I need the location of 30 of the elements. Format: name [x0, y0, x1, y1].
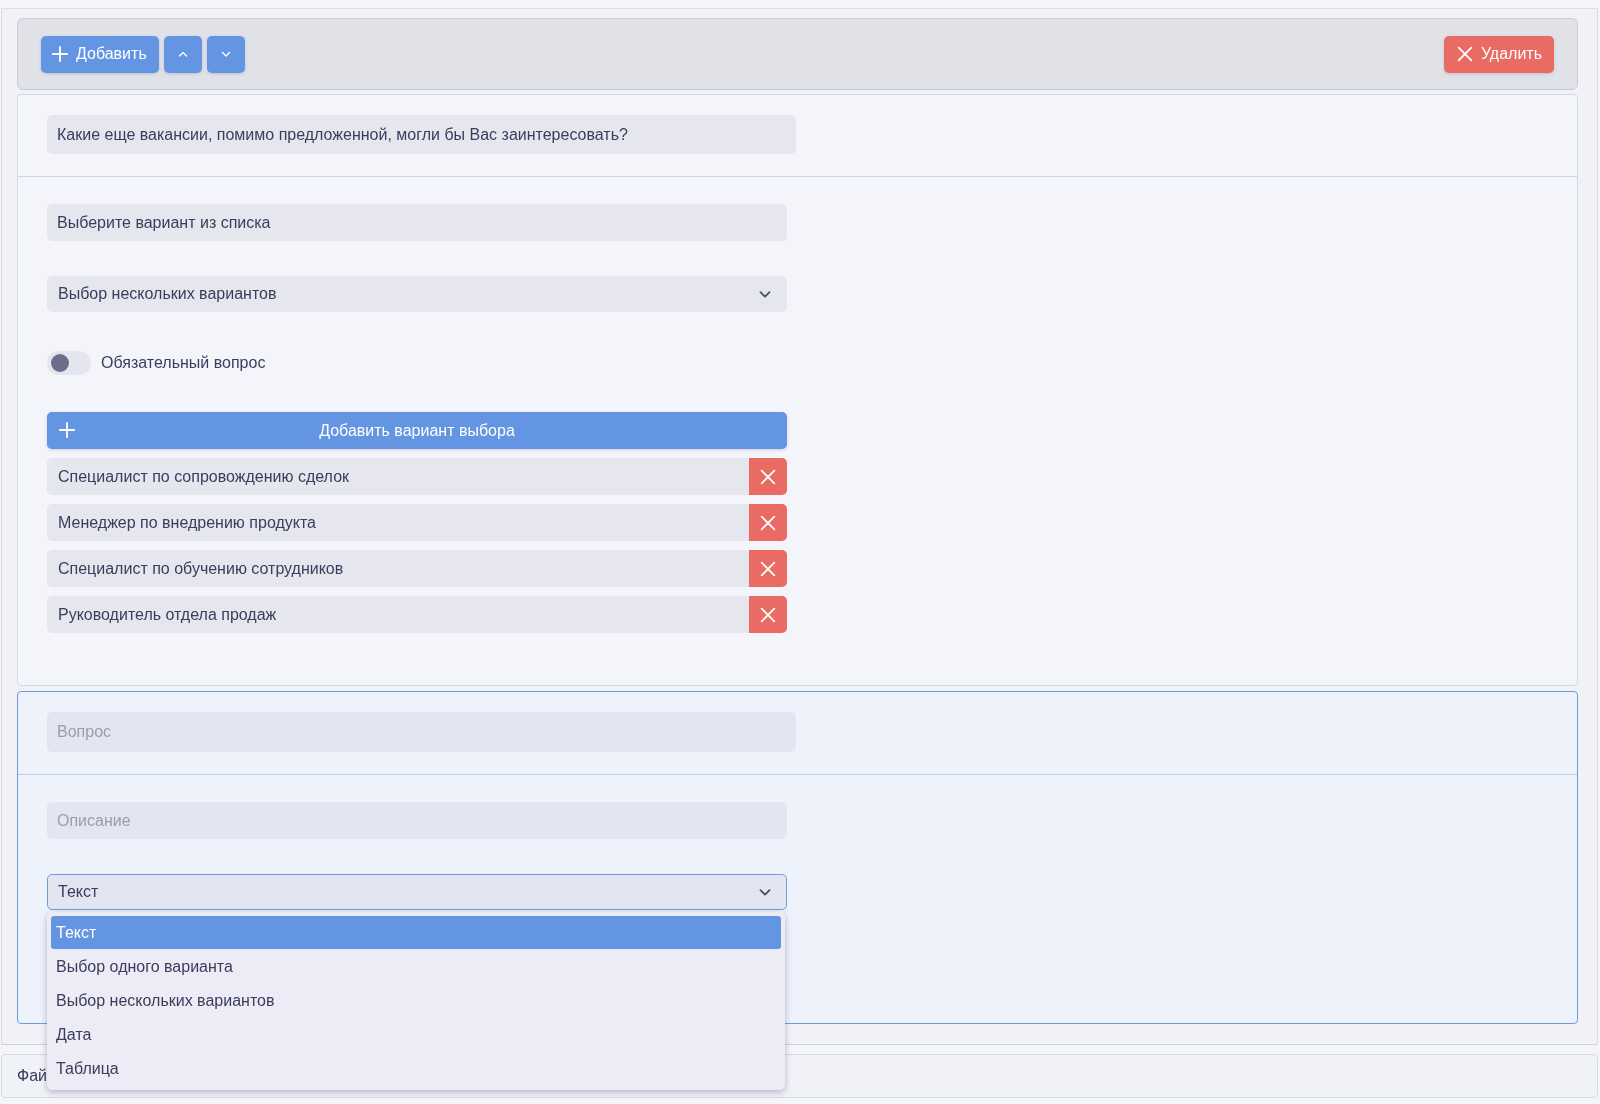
option-field[interactable]: Специалист по сопровождению сделок: [47, 458, 749, 495]
move-down-button[interactable]: [206, 35, 245, 73]
option-field[interactable]: Руководитель отдела продаж: [47, 596, 749, 633]
dropdown-option[interactable]: Выбор нескольких вариантов: [51, 984, 781, 1017]
close-icon: [759, 559, 777, 578]
question-field[interactable]: Вопрос: [47, 712, 796, 752]
dropdown-option[interactable]: Таблица: [51, 1052, 781, 1085]
option-field[interactable]: Специалист по обучению сотрудников: [47, 550, 749, 587]
close-icon: [759, 605, 777, 624]
close-icon: [759, 467, 777, 486]
remove-option-button[interactable]: [749, 550, 787, 587]
move-up-button[interactable]: [163, 35, 202, 73]
plus-icon: [51, 45, 69, 63]
dropdown-option[interactable]: Выбор одного варианта: [51, 950, 781, 983]
option-field[interactable]: Менеджер по внедрению продукта: [47, 504, 749, 541]
toggle-switch[interactable]: [47, 351, 91, 375]
description-field[interactable]: Выберите вариант из списка: [47, 204, 787, 241]
question-type-select[interactable]: Текст: [47, 874, 787, 910]
close-icon: [1455, 45, 1474, 63]
close-icon: [759, 513, 777, 532]
question-type-select[interactable]: Выбор нескольких вариантов: [47, 276, 787, 312]
dropdown-option[interactable]: Дата: [51, 1018, 781, 1051]
description-field[interactable]: Описание: [47, 802, 787, 839]
remove-option-button[interactable]: [749, 596, 787, 633]
plus-icon: [58, 421, 76, 439]
remove-option-button[interactable]: [749, 458, 787, 495]
toggle-label: Обязательный вопрос: [101, 354, 266, 372]
question-field[interactable]: Какие еще вакансии, помимо предложенной, могли бы Вас заинтересовать?: [47, 115, 796, 154]
panel-label: Фай: [17, 1067, 47, 1085]
remove-option-button[interactable]: [749, 504, 787, 541]
